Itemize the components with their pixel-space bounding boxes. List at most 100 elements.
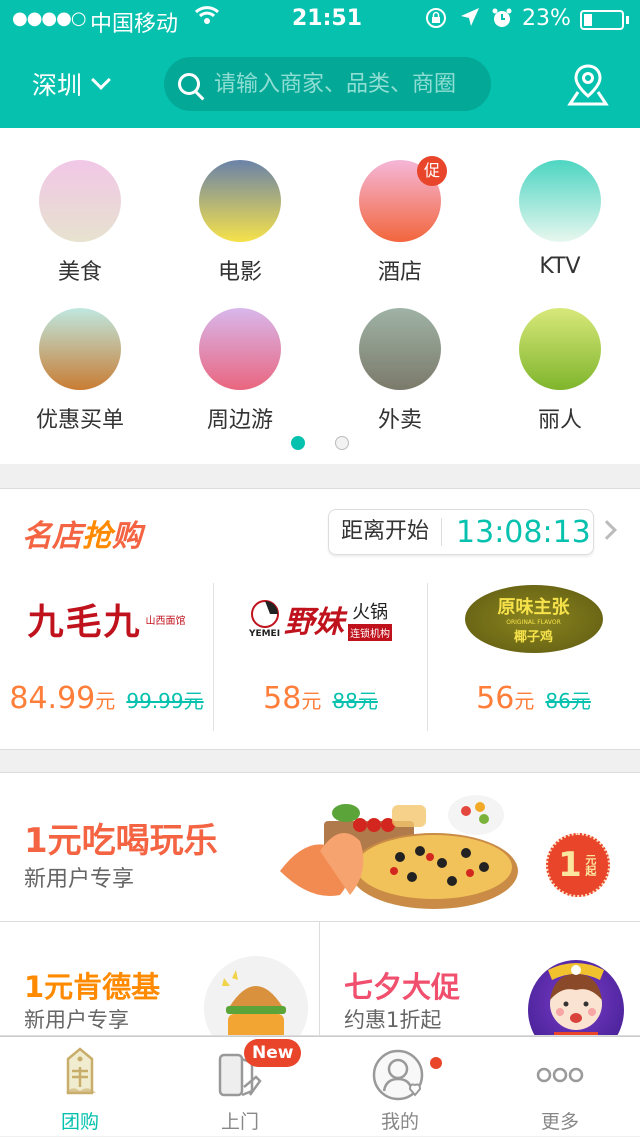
one-yuan-badge: 1 元起 bbox=[546, 833, 610, 897]
category-label: 酒店 bbox=[377, 260, 422, 285]
tab-label: 更多 bbox=[540, 1111, 579, 1133]
flash-sale-title: 名店抢购 bbox=[22, 511, 142, 555]
brand-sub: 椰子鸡 bbox=[513, 630, 553, 645]
countdown-timer: 13:08:13 bbox=[456, 514, 591, 550]
brand-logo: 原味主张 ORIGINAL FLAVOR 椰子鸡 bbox=[427, 581, 640, 657]
title-highlight: 抢 bbox=[82, 519, 112, 554]
original-price: 88元 bbox=[332, 689, 378, 713]
city-selector[interactable]: 深圳 bbox=[32, 66, 111, 102]
brand-name: 原味主张 bbox=[497, 597, 570, 618]
brand-tag: 连锁机构 bbox=[348, 623, 393, 641]
original-price: 99.99元 bbox=[126, 689, 204, 713]
category-label: 外卖 bbox=[377, 408, 422, 433]
brand-sub: 火锅 bbox=[352, 601, 389, 623]
category-label: 丽人 bbox=[537, 408, 582, 433]
more-dots-icon bbox=[532, 1047, 588, 1103]
deal-price: 58元 88元 bbox=[214, 681, 427, 716]
chevron-right-icon[interactable] bbox=[597, 520, 617, 540]
deal-card[interactable]: 九毛九 山西面馆 84.99元 99.99元 bbox=[0, 581, 213, 731]
badge-text: 元起 bbox=[583, 854, 597, 876]
category-magpie[interactable]: 美食 bbox=[0, 160, 160, 286]
new-badge: New bbox=[244, 1039, 302, 1067]
tab-label: 我的 bbox=[380, 1111, 419, 1133]
hand-icon bbox=[359, 308, 441, 390]
alarm-icon bbox=[490, 6, 514, 36]
category-ox[interactable]: 优惠买单 bbox=[0, 308, 160, 434]
price-unit: 元 bbox=[95, 689, 116, 713]
search-bar[interactable] bbox=[164, 57, 491, 111]
category-cloud[interactable]: KTV bbox=[480, 160, 640, 279]
battery-tip bbox=[626, 16, 629, 24]
price-tag-icon bbox=[52, 1047, 108, 1103]
promo-title: 1元吃喝玩乐 bbox=[24, 821, 218, 861]
promo-subtitle: 新用户专享 bbox=[24, 867, 135, 892]
tab-more[interactable]: 更多 bbox=[480, 1037, 640, 1137]
rotation-lock-icon bbox=[424, 6, 448, 36]
current-price: 84.99元 bbox=[9, 681, 115, 716]
bamboo-icon bbox=[519, 308, 601, 390]
category-label: 周边游 bbox=[206, 408, 273, 433]
brand-sub: 山西面馆 bbox=[145, 615, 186, 627]
page-dot[interactable] bbox=[291, 436, 305, 450]
chevron-down-icon bbox=[91, 70, 111, 90]
countdown-box[interactable]: 距离开始 13:08:13 bbox=[328, 509, 594, 555]
header: ●●●●○ 中国移动 21:51 23% 深圳 bbox=[0, 0, 640, 128]
price-value: 58 bbox=[263, 681, 302, 716]
cloud-icon bbox=[519, 160, 601, 242]
current-price: 56元 bbox=[476, 681, 534, 716]
category-label: KTV bbox=[539, 254, 581, 279]
signal-strength: ●●●●○ bbox=[12, 8, 87, 29]
promo-subtitle: 新用户专享 bbox=[24, 1008, 129, 1032]
promo-qixi[interactable]: 七夕大促 约惠1折起 bbox=[320, 922, 640, 1036]
countdown-label: 距离开始 bbox=[329, 518, 443, 546]
title-part: 购 bbox=[112, 519, 142, 554]
magpie-icon bbox=[39, 160, 121, 242]
status-bar: ●●●●○ 中国移动 21:51 23% bbox=[0, 0, 640, 40]
title-part: 名店 bbox=[22, 519, 82, 554]
door-delivery-icon: New bbox=[212, 1039, 302, 1103]
battery-icon bbox=[580, 10, 624, 30]
search-input[interactable] bbox=[214, 71, 484, 97]
deal-card[interactable]: 原味主张 ORIGINAL FLAVOR 椰子鸡 56元 86元 bbox=[427, 581, 640, 731]
badge-number: 1 bbox=[558, 845, 582, 885]
promo-banner[interactable]: 1元吃喝玩乐 新用户专享 1 元起 bbox=[0, 772, 640, 922]
notification-dot bbox=[430, 1057, 442, 1069]
deal-card[interactable]: YEMEI 野妹 火锅 连锁机构 58元 88元 bbox=[214, 581, 427, 731]
page-dot[interactable] bbox=[335, 436, 349, 450]
category-flower[interactable]: 周边游 bbox=[160, 308, 320, 434]
burger-image bbox=[204, 956, 308, 1035]
price-value: 56 bbox=[476, 681, 515, 716]
brand-en: ORIGINAL FLAVOR bbox=[506, 619, 561, 626]
flash-sale-section: 名店抢购 距离开始 13:08:13 九毛九 山西面馆 84.99元 99.99… bbox=[0, 488, 640, 750]
map-button[interactable] bbox=[566, 62, 610, 106]
category-hand[interactable]: 外卖 bbox=[320, 308, 480, 434]
clock: 21:51 bbox=[292, 6, 363, 31]
tab-group-buy[interactable]: 团购 bbox=[0, 1037, 160, 1137]
category-grid: 美食 电影 促酒店 KTV 优惠买单 周边游 外卖 丽人 bbox=[0, 128, 640, 464]
flower-icon bbox=[199, 308, 281, 390]
tab-home-service[interactable]: New 上门 bbox=[160, 1037, 320, 1137]
battery-percent: 23% bbox=[522, 6, 571, 31]
girl-icon bbox=[548, 963, 604, 1035]
category-label: 美食 bbox=[57, 260, 102, 285]
category-bamboo[interactable]: 丽人 bbox=[480, 308, 640, 434]
price-unit: 元 bbox=[514, 689, 535, 713]
search-icon bbox=[178, 73, 200, 95]
category-hearts[interactable]: 促酒店 bbox=[320, 156, 480, 286]
promo-badge: 促 bbox=[417, 156, 447, 186]
price-unit: 元 bbox=[301, 689, 322, 713]
qixi-girl-image bbox=[528, 960, 624, 1035]
brand-name: 九毛九 bbox=[27, 602, 142, 643]
current-price: 58元 bbox=[263, 681, 321, 716]
category-moon-bridge[interactable]: 电影 bbox=[160, 160, 320, 286]
deal-price: 56元 86元 bbox=[427, 681, 640, 716]
promo-kfc[interactable]: 1元肯德基 新用户专享 bbox=[0, 922, 320, 1036]
original-price: 86元 bbox=[545, 689, 591, 713]
tab-mine[interactable]: 我的 bbox=[320, 1037, 480, 1137]
category-label: 优惠买单 bbox=[35, 408, 124, 433]
carrier-name: 中国移动 bbox=[90, 12, 179, 37]
price-value: 84.99 bbox=[9, 681, 96, 716]
hearts-icon: 促 bbox=[359, 156, 447, 242]
battery-level bbox=[584, 14, 592, 26]
promo-subtitle: 约惠1折起 bbox=[344, 1008, 442, 1032]
